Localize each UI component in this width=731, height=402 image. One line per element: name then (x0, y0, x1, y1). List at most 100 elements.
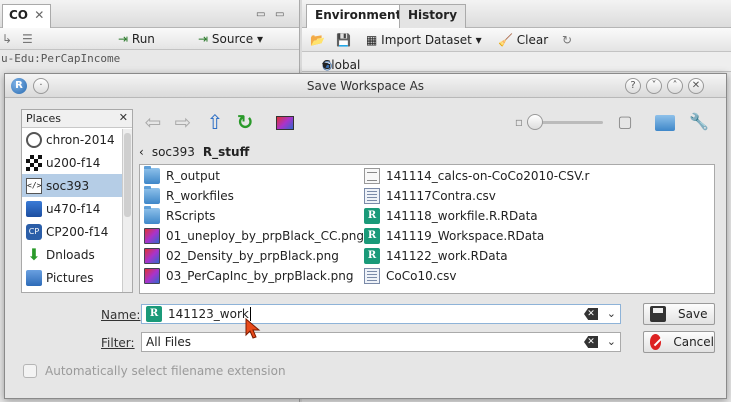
place-item-soc393[interactable]: </> soc393 (22, 174, 132, 197)
run-button[interactable]: ⇥ Run (118, 32, 155, 46)
clear-text-icon[interactable]: ✕ (584, 336, 598, 348)
breadcrumb-parent[interactable]: soc393 (152, 145, 195, 159)
breadcrumb: ‹ soc393 R_stuff (139, 142, 249, 162)
place-item-u470-f14[interactable]: u470-f14 (22, 197, 132, 220)
file-item[interactable]: 03_PerCapInc_by_prpBlack.png (144, 266, 364, 286)
edit-icon[interactable]: ☰ (22, 32, 33, 46)
chevron-down-icon: ▾ (256, 32, 263, 46)
save-workspace-icon[interactable]: 💾 (336, 33, 351, 47)
close-icon[interactable]: ✕ (34, 8, 44, 22)
place-label: u200-f14 (46, 155, 101, 170)
file-name: CoCo10.csv (386, 269, 457, 283)
close-icon[interactable]: ✕ (688, 78, 704, 94)
new-folder-icon[interactable] (653, 111, 677, 135)
chevron-down-icon[interactable]: ⌄ (607, 307, 616, 320)
up-arrow-icon[interactable]: ⇧ (203, 111, 227, 135)
filename-input[interactable]: R 141123_work ✕ ⌄ (141, 304, 621, 324)
zoom-slider-handle[interactable] (527, 114, 543, 130)
tab-history[interactable]: History (399, 4, 467, 28)
file-item[interactable]: R_output (144, 166, 364, 186)
close-icon[interactable]: ✕ (119, 111, 128, 124)
broom-icon: 🧹 (498, 33, 513, 47)
maximize-icon[interactable]: ▭ (275, 9, 284, 20)
minimize-icon[interactable]: ˅ (646, 78, 662, 94)
cancel-label: Cancel (673, 335, 714, 349)
auto-extension-checkbox[interactable] (23, 364, 37, 378)
code-folder-icon: </> (26, 177, 42, 194)
rdata-icon: R (364, 248, 380, 264)
grid-icon (26, 154, 42, 171)
auto-extension-option[interactable]: Automatically select filename extension (23, 364, 286, 378)
file-item[interactable]: RScripts (144, 206, 364, 226)
file-name: 141119_Workspace.RData (386, 229, 545, 243)
chevron-down-icon: ▾ (322, 58, 329, 72)
mouse-cursor-icon (245, 317, 261, 339)
refresh-icon[interactable]: ↻ (233, 111, 257, 135)
place-label: Pictures (46, 270, 94, 285)
environment-selector[interactable]: ◉ Global Environment ▾ (302, 52, 731, 86)
file-item[interactable]: 141117Contra.csv (364, 186, 590, 206)
file-column-right: 141114_calcs-on-CoCo2010-CSV.r 141117Cont… (364, 166, 590, 286)
back-arrow-icon[interactable]: ⇦ (141, 111, 165, 135)
source-button[interactable]: ⇥ Source ▾ (198, 32, 263, 46)
place-label: Dnloads (46, 247, 95, 262)
scrollbar-thumb[interactable] (124, 133, 131, 217)
place-item-cp200-f14[interactable]: CP CP200-f14 (22, 220, 132, 243)
refresh-icon[interactable]: ↻ (562, 33, 572, 47)
file-name: 02_Density_by_prpBlack.png (166, 249, 339, 263)
file-item[interactable]: R 141122_work.RData (364, 246, 590, 266)
file-item[interactable]: R 141119_Workspace.RData (364, 226, 590, 246)
spreadsheet-icon (364, 188, 380, 204)
file-item[interactable]: R_workfiles (144, 186, 364, 206)
breadcrumb-current[interactable]: R_stuff (203, 145, 249, 159)
place-item-pictures[interactable]: Pictures (22, 266, 132, 289)
import-icon: ▦ (366, 33, 378, 47)
places-header: Places ✕ (22, 110, 132, 128)
places-scrollbar[interactable] (122, 129, 132, 292)
text-file-icon (364, 168, 380, 184)
run-label: Run (131, 32, 155, 46)
pane-arrow-icon[interactable]: ↳ (2, 32, 12, 46)
place-item-chron-2014[interactable]: chron-2014 (22, 128, 132, 151)
chevron-down-icon[interactable]: ⌄ (607, 335, 616, 348)
folder-icon (144, 186, 160, 204)
dialog-title: Save Workspace As (306, 79, 425, 93)
auto-extension-label: Automatically select filename extension (45, 364, 286, 378)
source-label: Source (211, 32, 254, 46)
minimize-icon[interactable]: ▭ (256, 9, 265, 20)
preview-icon[interactable] (273, 111, 297, 135)
filter-label-text: Filter: (101, 336, 135, 350)
file-item[interactable]: 02_Density_by_prpBlack.png (144, 246, 364, 266)
file-item[interactable]: R 141118_workfile.R.RData (364, 206, 590, 226)
cancel-icon (650, 334, 663, 350)
maximize-icon[interactable]: ˄ (667, 78, 683, 94)
image-file-icon (144, 248, 160, 264)
file-item[interactable]: 141114_calcs-on-CoCo2010-CSV.r (364, 166, 590, 186)
clear-text-icon[interactable]: ✕ (584, 308, 598, 320)
save-button[interactable]: Save (643, 303, 715, 325)
source-tab[interactable]: CO ✕ (2, 4, 52, 28)
file-item[interactable]: 01_uneploy_by_prpBlack_CC.png (144, 226, 364, 246)
breadcrumb-back-icon[interactable]: ‹ (139, 145, 144, 159)
file-name: 141122_work.RData (386, 249, 508, 263)
filter-select[interactable]: All Files ✕ ⌄ (141, 332, 621, 352)
help-icon[interactable]: ? (625, 78, 641, 94)
folder-icon (144, 206, 160, 224)
environment-tabbar: Environment History (302, 0, 731, 28)
forward-arrow-icon[interactable]: ⇨ (171, 111, 195, 135)
place-item-dnloads[interactable]: ⬇ Dnloads (22, 243, 132, 266)
zoom-in-icon[interactable]: ▢ (613, 111, 637, 135)
tab-environment[interactable]: Environment (306, 4, 411, 28)
cancel-button[interactable]: Cancel (643, 331, 715, 353)
clear-button[interactable]: 🧹 Clear (498, 33, 548, 47)
load-workspace-icon[interactable]: 📂 (310, 33, 325, 47)
name-label: Name: (101, 308, 140, 322)
place-item-u200-f14[interactable]: u200-f14 (22, 151, 132, 174)
run-icon: ⇥ (118, 32, 129, 46)
download-icon: ⬇ (27, 244, 41, 264)
file-item[interactable]: CoCo10.csv (364, 266, 590, 286)
import-dataset-button[interactable]: ▦ Import Dataset ▾ (366, 33, 482, 47)
wrench-icon[interactable]: 🔧 (687, 111, 711, 135)
rdata-icon: R (364, 208, 380, 224)
dialog-titlebar[interactable]: R · Save Workspace As ? ˅ ˄ ✕ (5, 74, 726, 98)
